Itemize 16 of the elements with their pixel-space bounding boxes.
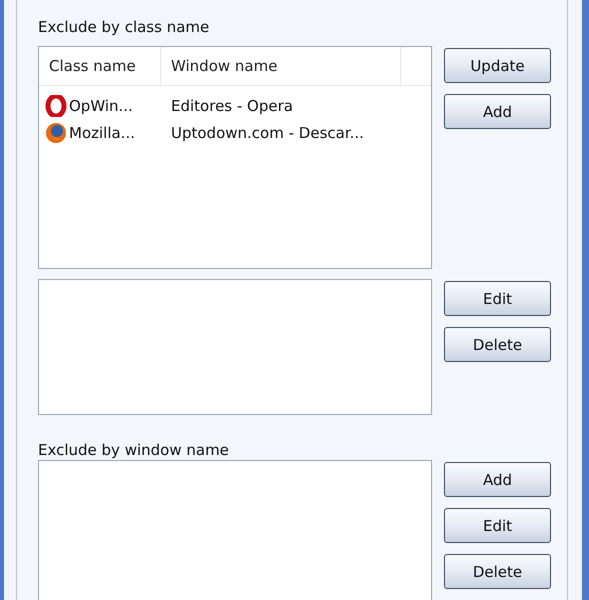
dialog-button[interactable]: Delete — [444, 327, 551, 362]
dialog-button[interactable]: Add — [444, 462, 551, 497]
class-list[interactable]: Class name Window name OpWin... Editores - Opera Mozilla... Uptodown.com - Descar... — [38, 46, 432, 269]
dialog-button[interactable]: Update — [444, 48, 551, 83]
dialog-button[interactable]: Delete — [444, 554, 551, 589]
section-label: Exclude by window name — [38, 441, 230, 461]
dialog-button[interactable]: Edit — [444, 508, 551, 543]
table-cell: Uptodown.com - Descar... — [171, 124, 364, 142]
section-label: Exclude by class name — [38, 18, 210, 38]
table-cell: Editores - Opera — [171, 96, 293, 114]
dialog-button[interactable]: Add — [444, 94, 551, 129]
table-cell: Mozilla... — [69, 124, 135, 142]
column-header[interactable]: Class name — [39, 47, 161, 85]
column-header[interactable]: Window name — [161, 47, 401, 85]
dialog-button[interactable]: Edit — [444, 281, 551, 316]
table-cell: OpWin... — [69, 96, 133, 114]
